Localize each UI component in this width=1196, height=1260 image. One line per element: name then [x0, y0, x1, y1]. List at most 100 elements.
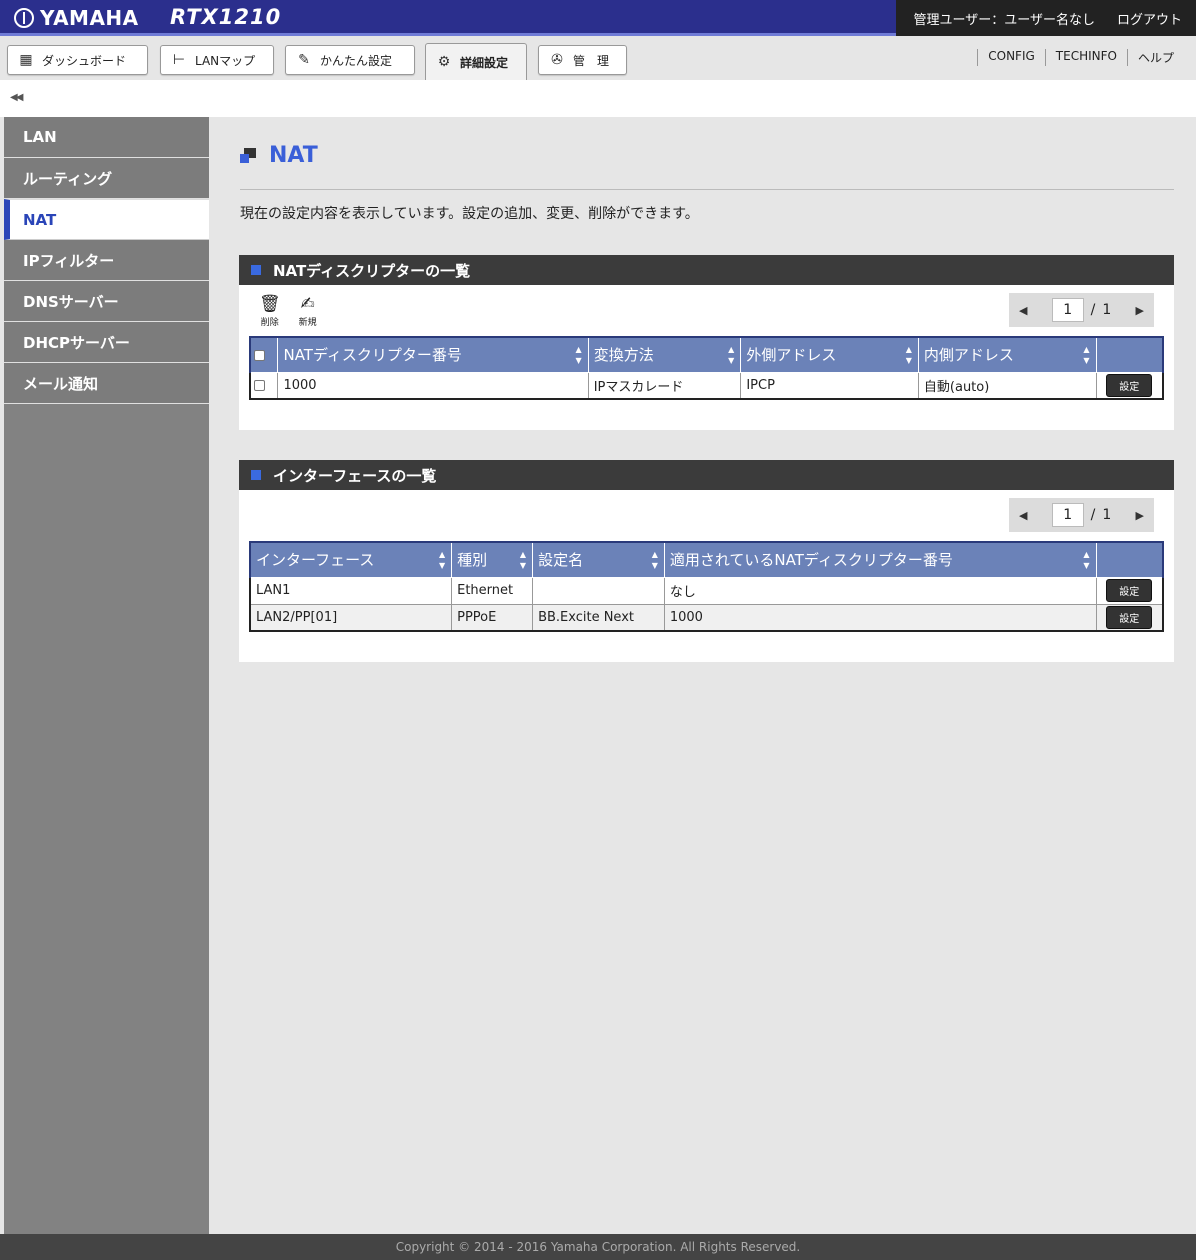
column-header[interactable]: 変換方法 ▲ ▼ [587, 336, 742, 373]
sidebar-item-nat[interactable]: NAT [4, 199, 209, 240]
table-row: LAN2/PP[01] PPPoE BB.Excite Next 1000 設定 [249, 603, 1164, 632]
user-label: 管理ユーザー：ユーザー名なし [913, 12, 1095, 28]
column-header[interactable]: NATディスクリプター番号 ▲ ▼ [277, 336, 589, 373]
outer-address-cell: IPCP [740, 371, 919, 400]
action-cell: 設定 [1095, 371, 1164, 400]
applied-nat-cell: なし [663, 576, 1097, 605]
user-area: 管理ユーザー：ユーザー名なし ログアウト [896, 0, 1196, 36]
setting-name-cell [532, 576, 665, 605]
panel-header-square-icon [251, 265, 261, 275]
column-label: NATディスクリプター番号 [283, 346, 462, 365]
select-all-checkbox[interactable] [254, 349, 265, 361]
page-number-input[interactable]: 1 [1051, 298, 1084, 322]
nat-number-cell: 1000 [277, 371, 589, 400]
column-header[interactable]: 外側アドレス ▲ ▼ [740, 336, 919, 373]
page-number-input[interactable]: 1 [1051, 503, 1084, 527]
yamaha-logo: YAMAHA [14, 6, 139, 30]
interface-cell: LAN1 [249, 576, 453, 605]
prev-page-icon[interactable]: ◀ [1019, 304, 1027, 317]
tab-easy-setup[interactable]: ✎ かんたん設定 [285, 45, 415, 75]
type-cell: Ethernet [451, 576, 534, 605]
page-separator: / [1090, 507, 1096, 523]
action-header [1095, 336, 1164, 373]
page-title-text: NAT [269, 143, 318, 168]
sidebar-item-lan[interactable]: LAN [4, 117, 209, 158]
panel-header: NATディスクリプターの一覧 [239, 255, 1174, 285]
column-label: 適用されているNATディスクリプター番号 [669, 551, 953, 570]
sidebar-item-dns-server[interactable]: DNSサーバー [4, 281, 209, 322]
techinfo-link[interactable]: TECHINFO [1044, 49, 1127, 66]
next-page-icon[interactable]: ▶ [1136, 304, 1144, 317]
tab-label: LANマップ [195, 53, 256, 68]
sidebar: LAN ルーティング NAT IPフィルター DNSサーバー DHCPサーバー … [4, 117, 209, 1234]
gear-icon: ⚙ [437, 54, 451, 70]
new-label: 新規 [298, 318, 317, 328]
column-header[interactable]: 内側アドレス ▲ ▼ [917, 336, 1097, 373]
row-checkbox[interactable] [254, 379, 265, 391]
lan-map-icon: ⊢ [172, 52, 186, 68]
sidebar-item-dhcp-server[interactable]: DHCPサーバー [4, 322, 209, 363]
settings-button[interactable]: 設定 [1106, 579, 1153, 602]
page-total: 1 [1102, 507, 1112, 523]
edit-new-icon: ✍ [300, 294, 315, 314]
column-header[interactable]: 種別 ▲ ▼ [451, 541, 534, 578]
tab-advanced-settings[interactable]: ⚙ 詳細設定 [425, 43, 527, 80]
select-all-header [249, 336, 279, 373]
nat-table: NATディスクリプター番号 ▲ ▼ 変換方法 ▲ ▼ 外側アドレス ▲ ▼ 内側アドレス ▲ ▼… [249, 336, 1164, 400]
page-indicator: 1 / 1 [1051, 298, 1111, 322]
sidebar-item-ip-filter[interactable]: IPフィルター [4, 240, 209, 281]
nat-pager: ◀ 1 / 1 ▶ [1009, 293, 1154, 327]
interface-cell: LAN2/PP[01] [249, 603, 453, 632]
column-label: 変換方法 [593, 346, 654, 365]
column-header[interactable]: インターフェース ▲ ▼ [249, 541, 453, 578]
sort-icon: ▲ ▼ [905, 345, 912, 365]
sort-icon: ▲ ▼ [438, 550, 446, 570]
config-link[interactable]: CONFIG [977, 49, 1045, 66]
table-row: 1000 IPマスカレード IPCP 自動(auto) 設定 [249, 371, 1164, 400]
tab-label: 詳細設定 [460, 55, 509, 70]
delete-button[interactable]: 🗑 削除 [259, 295, 281, 328]
type-cell: PPPoE [451, 603, 534, 632]
sort-icon: ▲ ▼ [1083, 550, 1090, 570]
footer: Copyright © 2014 - 2016 Yamaha Corporati… [0, 1234, 1196, 1260]
page-indicator: 1 / 1 [1051, 503, 1112, 527]
prev-page-icon[interactable]: ◀ [1019, 509, 1027, 522]
interface-panel: インターフェースの一覧 ◀ 1 / 1 ▶ インターフェース ▲ ▼ 種別 ▲ ▼ 設定… [239, 460, 1174, 662]
wizard-icon: ✎ [298, 52, 310, 68]
collapse-sidebar-icon[interactable]: ◀◀ [10, 92, 23, 103]
nat-tools: 🗑 削除 ✍ 新規 [259, 295, 317, 328]
sort-icon: ▲ ▼ [519, 550, 527, 570]
table-header-row: インターフェース ▲ ▼ 種別 ▲ ▼ 設定名 ▲ ▼ 適用されているNATディスクリプター… [249, 541, 1164, 578]
action-cell: 設定 [1095, 576, 1164, 605]
tab-management[interactable]: ✇ 管 理 [538, 45, 627, 75]
dashboard-icon: ▦ [19, 52, 33, 68]
inner-address-cell: 自動(auto) [917, 371, 1097, 400]
tab-lan-map[interactable]: ⊢ LANマップ [160, 45, 274, 75]
yamaha-emblem-icon [14, 8, 34, 28]
trash-icon: 🗑 [259, 294, 281, 314]
sidebar-item-routing[interactable]: ルーティング [4, 158, 209, 199]
copyright-text: Copyright © 2014 - 2016 Yamaha Corporati… [395, 1240, 801, 1254]
page-description: 現在の設定内容を表示しています。設定の追加、変更、削除ができます。 [240, 206, 699, 222]
next-page-icon[interactable]: ▶ [1136, 509, 1144, 522]
tab-dashboard[interactable]: ▦ ダッシュボード [7, 45, 148, 75]
table-row: LAN1 Ethernet なし 設定 [249, 576, 1164, 605]
tab-label: かんたん設定 [320, 53, 393, 68]
panel-title: インターフェースの一覧 [273, 466, 437, 485]
column-header[interactable]: 設定名 ▲ ▼ [532, 541, 665, 578]
tab-label: 管 理 [573, 53, 610, 68]
model-name: RTX1210 [170, 5, 282, 29]
main-tab-bar: ▦ ダッシュボード ⊢ LANマップ ✎ かんたん設定 ⚙ 詳細設定 ✇ 管 理… [0, 39, 1196, 80]
settings-button[interactable]: 設定 [1106, 373, 1153, 397]
settings-button[interactable]: 設定 [1106, 605, 1153, 629]
collapse-row: ◀◀ [0, 80, 1196, 117]
panel-title: NATディスクリプターの一覧 [273, 261, 471, 280]
column-label: インターフェース [256, 551, 375, 570]
setting-name-cell: BB.Excite Next [532, 603, 665, 632]
column-header[interactable]: 適用されているNATディスクリプター番号 ▲ ▼ [663, 541, 1097, 578]
sidebar-item-mail-notify[interactable]: メール通知 [4, 363, 209, 404]
action-header [1095, 541, 1164, 578]
new-button[interactable]: ✍ 新規 [299, 295, 317, 328]
logout-link[interactable]: ログアウト [1117, 9, 1182, 28]
help-link[interactable]: ヘルプ [1126, 49, 1184, 66]
